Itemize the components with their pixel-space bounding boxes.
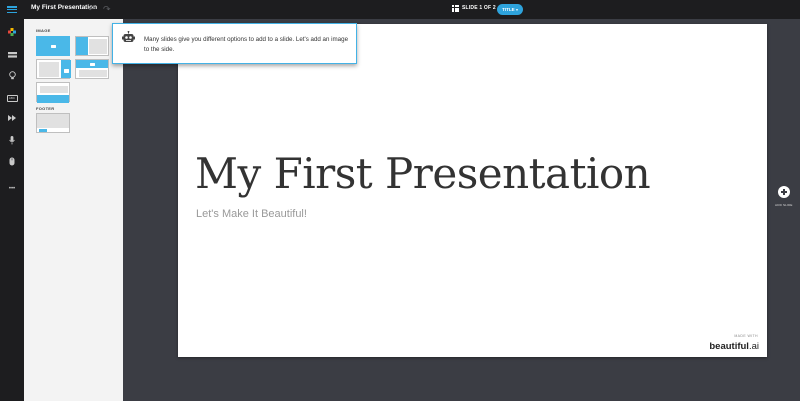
footer-section-label: FOOTER: [36, 106, 55, 111]
layout-option-image-side[interactable]: [36, 59, 71, 79]
plus-icon: [778, 186, 790, 198]
robot-icon: [122, 31, 135, 42]
layout-option-image-top[interactable]: [75, 59, 109, 79]
slide-canvas[interactable]: My First Presentation Let's Make It Beau…: [178, 24, 767, 357]
microphone-icon[interactable]: [0, 134, 24, 146]
theme-icon[interactable]: [0, 26, 24, 38]
made-with-label: MADE WITH: [734, 334, 758, 338]
tooltip-text: Many slides give you different options t…: [144, 36, 349, 53]
more-icon[interactable]: •••: [0, 183, 24, 195]
image-section-label: IMAGE: [36, 28, 51, 33]
layout-option-image-right[interactable]: [75, 36, 109, 56]
slide-title[interactable]: My First Presentation: [195, 149, 651, 198]
bulb-icon[interactable]: [0, 69, 24, 81]
layout-option-image-bottom[interactable]: [36, 82, 70, 103]
text-icon-label: ABC: [6, 94, 18, 102]
layout-icon[interactable]: [0, 49, 24, 61]
undo-icon[interactable]: ↶: [88, 3, 96, 15]
slide-grid-icon[interactable]: [452, 5, 459, 12]
layout-dropdown-label: TITLE: [502, 7, 515, 12]
mouse-icon[interactable]: [0, 155, 24, 167]
camera-icon: [51, 44, 56, 48]
layout-option-footer[interactable]: [36, 113, 70, 133]
menu-icon[interactable]: [0, 0, 24, 19]
left-toolbar: ABC •••: [0, 19, 24, 401]
text-icon[interactable]: ABC: [0, 92, 24, 104]
onboarding-tooltip: Many slides give you different options t…: [112, 23, 357, 64]
brand-logo-name: beautiful: [709, 341, 749, 352]
redo-icon[interactable]: ↷: [103, 3, 111, 15]
layout-dropdown-button[interactable]: TITLE ▾: [497, 4, 523, 15]
brand-logo-suffix: .ai: [748, 341, 759, 352]
camera-icon: [63, 69, 69, 73]
forward-icon[interactable]: [0, 112, 24, 124]
top-bar: My First Presentation ↶ ↷ SLIDE 1 OF 2 T…: [0, 0, 800, 19]
chevron-down-icon: ▾: [516, 7, 518, 12]
layout-options-panel: IMAGE FOOTER: [24, 19, 123, 401]
slide-subtitle[interactable]: Let's Make It Beautiful!: [196, 208, 307, 220]
add-slide-button[interactable]: ADD SLIDE: [775, 186, 792, 207]
layout-option-full-image[interactable]: [36, 36, 70, 56]
brand-logo: beautiful.ai: [709, 341, 759, 352]
slide-indicator[interactable]: SLIDE 1 OF 2: [462, 5, 496, 11]
camera-icon: [90, 62, 95, 66]
add-slide-label: ADD SLIDE: [775, 203, 793, 207]
